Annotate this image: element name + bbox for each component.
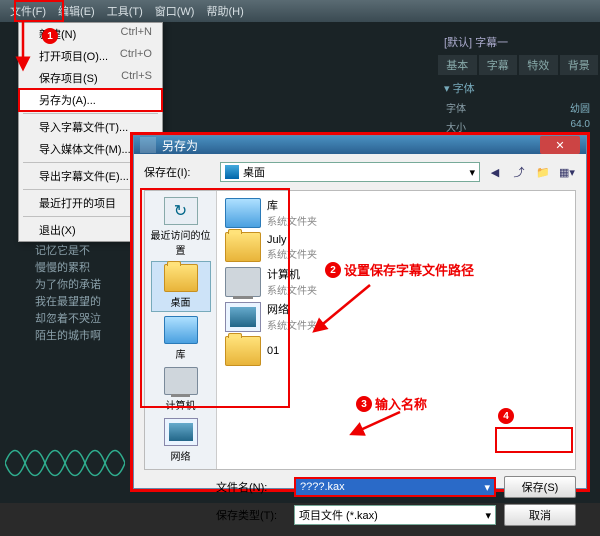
place-item[interactable]: 网络 <box>151 416 211 465</box>
menu-tools[interactable]: 工具(T) <box>101 1 149 21</box>
browse-item[interactable]: 网络系统文件夹 <box>223 299 569 334</box>
annotation-4: 4 <box>498 408 514 424</box>
menu-window[interactable]: 窗口(W) <box>149 1 201 21</box>
places-bar: 最近访问的位置桌面库计算机网络 <box>145 191 217 469</box>
place-item[interactable]: 桌面 <box>151 261 211 312</box>
panel-tabs: 基本 字幕 特效 背景 <box>438 55 598 75</box>
browse-item[interactable]: July系统文件夹 <box>223 230 569 264</box>
filetype-combo[interactable]: 项目文件 (*.kax)▾ <box>294 505 496 525</box>
file-menu-item[interactable]: 打开项目(O)...Ctrl+O <box>19 45 162 67</box>
lookin-combo[interactable]: 桌面 ▾ <box>220 162 480 182</box>
waveform <box>5 433 125 493</box>
browse-item[interactable]: 01 <box>223 334 569 368</box>
annotation-2-text: 设置保存字幕文件路径 <box>344 260 474 279</box>
section-font: ▾ 字体 <box>438 78 598 98</box>
filename-input[interactable]: ????.kax▾ <box>294 477 496 497</box>
views-icon[interactable]: ▦▾ <box>558 163 576 181</box>
desktop-icon <box>225 165 239 179</box>
file-menu-item[interactable]: 新建(N)Ctrl+N <box>19 23 162 45</box>
lyric-line[interactable]: 陌生的城市啊 <box>35 328 130 345</box>
lyric-line[interactable]: 记忆它是不 <box>35 243 130 260</box>
file-menu-item[interactable]: 另存为(A)... <box>19 89 162 111</box>
dialog-icon <box>140 137 156 153</box>
menu-help[interactable]: 帮助(H) <box>200 1 249 21</box>
annotation-1: 1 <box>42 28 58 44</box>
file-menu-item[interactable]: 保存项目(S)Ctrl+S <box>19 67 162 89</box>
tab-subtitle[interactable]: 字幕 <box>479 55 518 75</box>
lyric-line[interactable]: 为了你的承诺 <box>35 277 130 294</box>
lyric-line[interactable]: 慢慢的累积 <box>35 260 130 277</box>
menu-file[interactable]: 文件(F) <box>4 1 52 21</box>
preset-header: [默认] 字幕一 <box>438 32 598 52</box>
tab-bg[interactable]: 背景 <box>560 55 599 75</box>
place-item[interactable]: 计算机 <box>151 365 211 414</box>
up-icon[interactable]: ⤴ <box>510 163 528 181</box>
dialog-title: 另存为 <box>162 137 198 154</box>
tab-effect[interactable]: 特效 <box>519 55 558 75</box>
cancel-button[interactable]: 取消 <box>504 504 576 526</box>
close-icon[interactable]: ✕ <box>540 136 580 154</box>
menu-edit[interactable]: 编辑(E) <box>52 1 101 21</box>
menubar: 文件(F) 编辑(E) 工具(T) 窗口(W) 帮助(H) <box>0 0 600 22</box>
lyric-line[interactable]: 却忽着不哭泣 <box>35 311 130 328</box>
back-icon[interactable]: ◀ <box>486 163 504 181</box>
lookin-label: 保存在(I): <box>144 164 214 180</box>
newfolder-icon[interactable]: 📁 <box>534 163 552 181</box>
annotation-2: 2 <box>325 262 341 278</box>
place-item[interactable]: 最近访问的位置 <box>151 195 211 259</box>
place-item[interactable]: 库 <box>151 314 211 363</box>
dialog-titlebar: 另存为 ✕ <box>134 136 586 154</box>
filename-label: 文件名(N): <box>216 479 286 495</box>
browse-item[interactable]: 库系统文件夹 <box>223 195 569 230</box>
tab-basic[interactable]: 基本 <box>438 55 477 75</box>
filetype-label: 保存类型(T): <box>216 507 286 523</box>
property-row[interactable]: 字体幼圆 <box>438 98 598 117</box>
save-button[interactable]: 保存(S) <box>504 476 576 498</box>
lyric-line[interactable]: 我在最望望的 <box>35 294 130 311</box>
